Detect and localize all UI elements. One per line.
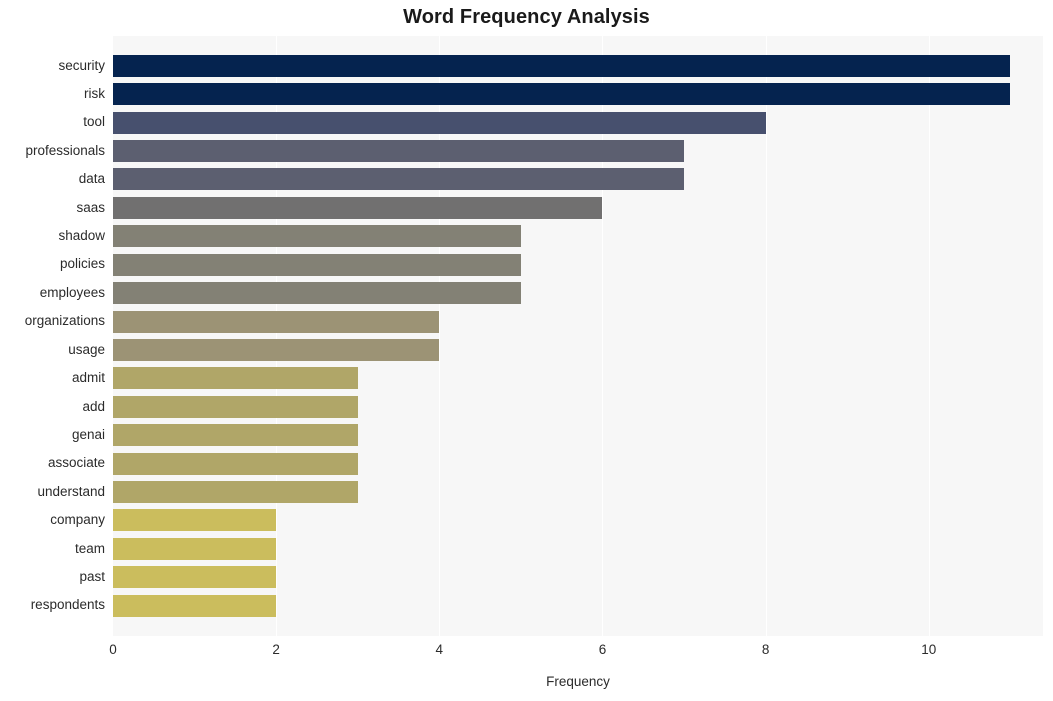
bar-tool	[113, 111, 766, 134]
x-axis-tick-6: 6	[598, 642, 607, 657]
x-axis-tick-4: 4	[435, 642, 444, 657]
y-axis-label-shadow: shadow	[58, 228, 105, 244]
bar-team	[113, 537, 277, 560]
bar-genai	[113, 424, 358, 447]
y-axis-label-risk: risk	[84, 86, 105, 102]
bar-row	[113, 194, 1043, 222]
bar-row	[113, 364, 1043, 392]
y-axis-label-tool: tool	[83, 114, 105, 130]
y-axis-label-usage: usage	[68, 341, 105, 357]
bar-row	[113, 591, 1043, 619]
bar-row	[113, 80, 1043, 108]
y-axis-label-team: team	[74, 540, 105, 556]
y-axis-label-professionals: professionals	[25, 142, 105, 158]
x-axis-title: Frequency	[546, 674, 610, 689]
bar-respondents	[113, 594, 277, 617]
bar-row	[113, 449, 1043, 477]
bar-organizations	[113, 310, 440, 333]
bars-layer	[113, 36, 1043, 636]
bar-row	[113, 165, 1043, 193]
plot-area	[113, 36, 1043, 636]
y-axis-label-associate: associate	[47, 455, 105, 471]
bar-data	[113, 168, 685, 191]
bar-company	[113, 509, 277, 532]
y-axis-label-admit: admit	[71, 370, 105, 386]
y-axis-label-organizations: organizations	[24, 313, 105, 329]
y-axis-label-genai: genai	[71, 426, 105, 442]
bar-policies	[113, 253, 521, 276]
y-axis-label-employees: employees	[39, 284, 105, 300]
chart-title: Word Frequency Analysis	[403, 6, 650, 28]
bar-row	[113, 421, 1043, 449]
x-axis-tick-2: 2	[272, 642, 280, 657]
bar-row	[113, 250, 1043, 278]
bar-admit	[113, 367, 358, 390]
bar-row	[113, 563, 1043, 591]
y-axis-label-security: security	[58, 57, 105, 73]
bar-row	[113, 137, 1043, 165]
y-axis-label-understand: understand	[37, 483, 105, 499]
bar-professionals	[113, 140, 685, 163]
y-axis-label-add: add	[82, 398, 105, 414]
y-axis-label-data: data	[78, 171, 105, 187]
bar-security	[113, 54, 1011, 77]
y-axis-label-past: past	[79, 568, 105, 584]
x-axis-tick-10: 10	[921, 642, 937, 657]
bar-row	[113, 336, 1043, 364]
bar-row	[113, 393, 1043, 421]
bar-past	[113, 566, 277, 589]
bar-understand	[113, 480, 358, 503]
bar-risk	[113, 83, 1011, 106]
y-axis-label-respondents: respondents	[30, 597, 105, 613]
bar-row	[113, 52, 1043, 80]
bar-row	[113, 535, 1043, 563]
bar-shadow	[113, 225, 521, 248]
word-frequency-bar-chart: Word Frequency Analysis security risk tool…	[0, 0, 1053, 701]
x-axis-tick-8: 8	[761, 642, 770, 657]
y-axis-label-company: company	[50, 512, 105, 528]
bar-saas	[113, 196, 603, 219]
bar-row	[113, 222, 1043, 250]
x-axis-ticks: 0 2 4 6 8 10	[109, 636, 1043, 666]
bar-row	[113, 478, 1043, 506]
y-axis-label-policies: policies	[59, 256, 105, 272]
bar-row	[113, 108, 1043, 136]
bar-add	[113, 395, 358, 418]
bar-row	[113, 506, 1043, 534]
y-axis-labels: security risk tool professionals data saas sha…	[0, 36, 105, 636]
y-axis-label-saas: saas	[76, 199, 105, 215]
bar-associate	[113, 452, 358, 475]
bar-row	[113, 279, 1043, 307]
bar-employees	[113, 282, 521, 305]
x-axis-tick-0: 0	[109, 642, 117, 657]
bar-row	[113, 307, 1043, 335]
bar-usage	[113, 338, 440, 361]
